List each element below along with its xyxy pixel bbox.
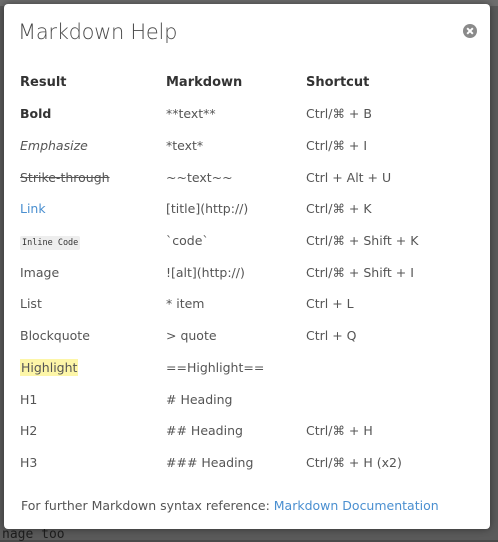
markdown-syntax: `code` <box>166 233 209 249</box>
shortcut-text: Ctrl/⌘ + Shift + K <box>306 233 419 249</box>
markdown-syntax: > quote <box>166 328 217 344</box>
result-blockquote: Blockquote <box>20 328 90 344</box>
result-highlight: Highlight <box>20 358 79 376</box>
table-row: Blockquote > quote Ctrl + Q <box>20 320 478 352</box>
result-strike-through: Strike-through <box>20 169 110 185</box>
column-header-result: Result <box>20 74 67 90</box>
modal-title: Markdown Help <box>18 20 178 44</box>
markdown-syntax: ==Highlight== <box>166 359 265 375</box>
result-list: List <box>20 296 42 312</box>
result-h2: H2 <box>20 423 38 439</box>
table-row: List * item Ctrl + L <box>20 288 478 320</box>
markdown-help-table: Result Markdown Shortcut Bold **text** C… <box>20 66 478 478</box>
shortcut-text: Ctrl/⌘ + I <box>306 138 368 154</box>
shortcut-text: Ctrl/⌘ + H <box>306 423 373 439</box>
markdown-syntax: ~~text~~ <box>166 169 233 185</box>
shortcut-text <box>306 383 478 415</box>
footer-note: For further Markdown syntax reference: M… <box>21 498 439 513</box>
table-row: Strike-through ~~text~~ Ctrl + Alt + U <box>20 161 478 193</box>
table-row: Emphasize *text* Ctrl/⌘ + I <box>20 130 478 162</box>
markdown-syntax: # Heading <box>166 391 233 407</box>
result-emphasize: Emphasize <box>20 138 88 154</box>
result-inline-code: Inline Code <box>20 236 81 251</box>
table-row: Image ![alt](http://) Ctrl/⌘ + Shift + I <box>20 256 478 288</box>
markdown-syntax: *text* <box>166 138 204 154</box>
close-icon[interactable] <box>463 24 477 38</box>
markdown-syntax: ![alt](http://) <box>166 264 245 280</box>
table-row: Link [title](http://) Ctrl/⌘ + K <box>20 193 478 225</box>
shortcut-text: Ctrl + Q <box>306 328 357 344</box>
markdown-syntax: * item <box>166 296 205 312</box>
markdown-syntax: **text** <box>166 106 216 122</box>
column-header-shortcut: Shortcut <box>306 74 370 90</box>
shortcut-text: Ctrl/⌘ + K <box>306 201 372 217</box>
table-row: H1 # Heading <box>20 383 478 415</box>
table-row: Highlight ==Highlight== <box>20 352 478 384</box>
footer-text: For further Markdown syntax reference: <box>21 498 274 513</box>
table-row: Inline Code `code` Ctrl/⌘ + Shift + K <box>20 225 478 257</box>
result-image: Image <box>20 264 60 280</box>
table-row: Bold **text** Ctrl/⌘ + B <box>20 98 478 130</box>
shortcut-text: Ctrl + Alt + U <box>306 169 392 185</box>
shortcut-text: Ctrl/⌘ + Shift + I <box>306 264 414 280</box>
markdown-syntax: ## Heading <box>166 423 243 439</box>
table-row: H3 ### Heading Ctrl/⌘ + H (x2) <box>20 447 478 479</box>
shortcut-text: Ctrl/⌘ + B <box>306 106 372 122</box>
result-link[interactable]: Link <box>20 201 46 216</box>
result-h3: H3 <box>20 454 38 470</box>
table-row: H2 ## Heading Ctrl/⌘ + H <box>20 415 478 447</box>
result-h1: H1 <box>20 391 38 407</box>
markdown-help-modal: Markdown Help Result Markdown Shortcut B… <box>4 4 490 529</box>
column-header-markdown: Markdown <box>166 74 243 90</box>
markdown-syntax: [title](http://) <box>166 201 249 217</box>
shortcut-text <box>306 352 478 384</box>
result-bold: Bold <box>20 106 52 122</box>
shortcut-text: Ctrl/⌘ + H (x2) <box>306 454 402 470</box>
shortcut-text: Ctrl + L <box>306 296 354 312</box>
markdown-documentation-link[interactable]: Markdown Documentation <box>274 498 439 513</box>
markdown-syntax: ### Heading <box>166 454 254 470</box>
table-header-row: Result Markdown Shortcut <box>20 66 478 98</box>
